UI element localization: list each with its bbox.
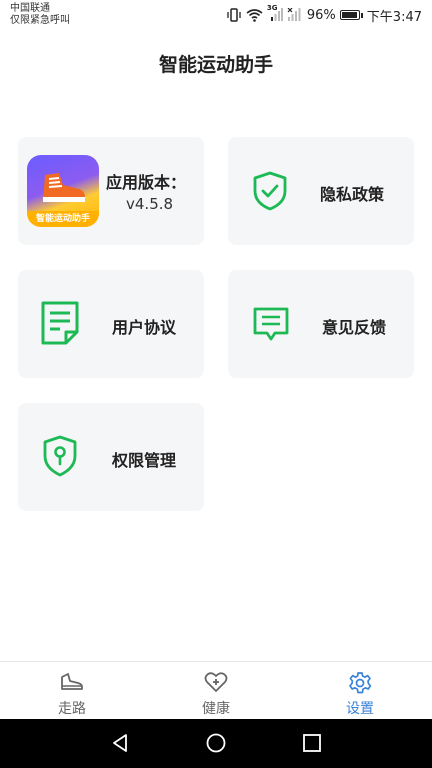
feedback-label: 意见反馈 (322, 318, 387, 337)
battery-icon (339, 10, 363, 20)
message-icon (253, 307, 289, 341)
bottom-tab-bar: 走路 健康 设置 (0, 661, 432, 720)
network-type: 3G (266, 4, 278, 12)
app-version-label: 应用版本： (106, 173, 187, 192)
vibrate-icon (226, 8, 242, 22)
carrier-info: 中国联通 仅限紧急呼叫 (10, 3, 70, 27)
page-title: 智能运动助手 (158, 54, 273, 76)
shield-check-icon (253, 171, 287, 211)
feedback-card[interactable]: 意见反馈 (228, 270, 414, 378)
tab-walk[interactable]: 走路 (0, 662, 144, 720)
permissions-label: 权限管理 (112, 451, 177, 470)
app-version-card[interactable]: 智能运动助手 应用版本： v4.5.8 (18, 137, 204, 245)
tab-health[interactable]: 健康 (144, 662, 288, 720)
tab-settings-label: 设置 (346, 701, 374, 717)
shoe-icon (61, 673, 83, 690)
gear-icon (349, 672, 372, 694)
tab-settings[interactable]: 设置 (288, 662, 432, 720)
tab-health-label: 健康 (202, 701, 230, 717)
screen: 中国联通 仅限紧急呼叫 3G 96% 下午3:47 智能运动助手 智能运动助手 … (0, 0, 432, 768)
home-icon[interactable] (206, 733, 226, 753)
system-nav-bar (0, 719, 432, 768)
app-logo-text: 智能运动助手 (27, 211, 99, 227)
app-version-value: v4.5.8 (126, 195, 174, 213)
privacy-policy-label: 隐私政策 (320, 185, 385, 204)
shield-key-icon (43, 435, 77, 477)
tab-walk-label: 走路 (58, 701, 86, 717)
battery-percent: 96% (306, 7, 336, 23)
privacy-policy-card[interactable]: 隐私政策 (228, 137, 414, 245)
recents-icon[interactable] (302, 733, 322, 753)
back-icon[interactable] (110, 733, 130, 753)
status-bar: 中国联通 仅限紧急呼叫 3G 96% 下午3:47 (0, 0, 432, 32)
signal-no-sim-icon (287, 8, 303, 22)
signal-3g-icon: 3G (267, 4, 283, 22)
user-agreement-card[interactable]: 用户协议 (18, 270, 204, 378)
user-agreement-label: 用户协议 (112, 318, 177, 337)
app-logo-shoe-icon (43, 173, 85, 202)
carrier-name: 中国联通 (10, 3, 50, 14)
document-icon (41, 301, 79, 345)
heart-plus-icon (204, 672, 228, 692)
status-icons: 3G 96% 下午3:47 (226, 4, 422, 25)
app-logo: 智能运动助手 (27, 155, 99, 227)
emergency-only-text: 仅限紧急呼叫 (10, 15, 70, 26)
wifi-icon (246, 8, 263, 22)
clock: 下午3:47 (366, 9, 422, 25)
permissions-card[interactable]: 权限管理 (18, 403, 204, 511)
